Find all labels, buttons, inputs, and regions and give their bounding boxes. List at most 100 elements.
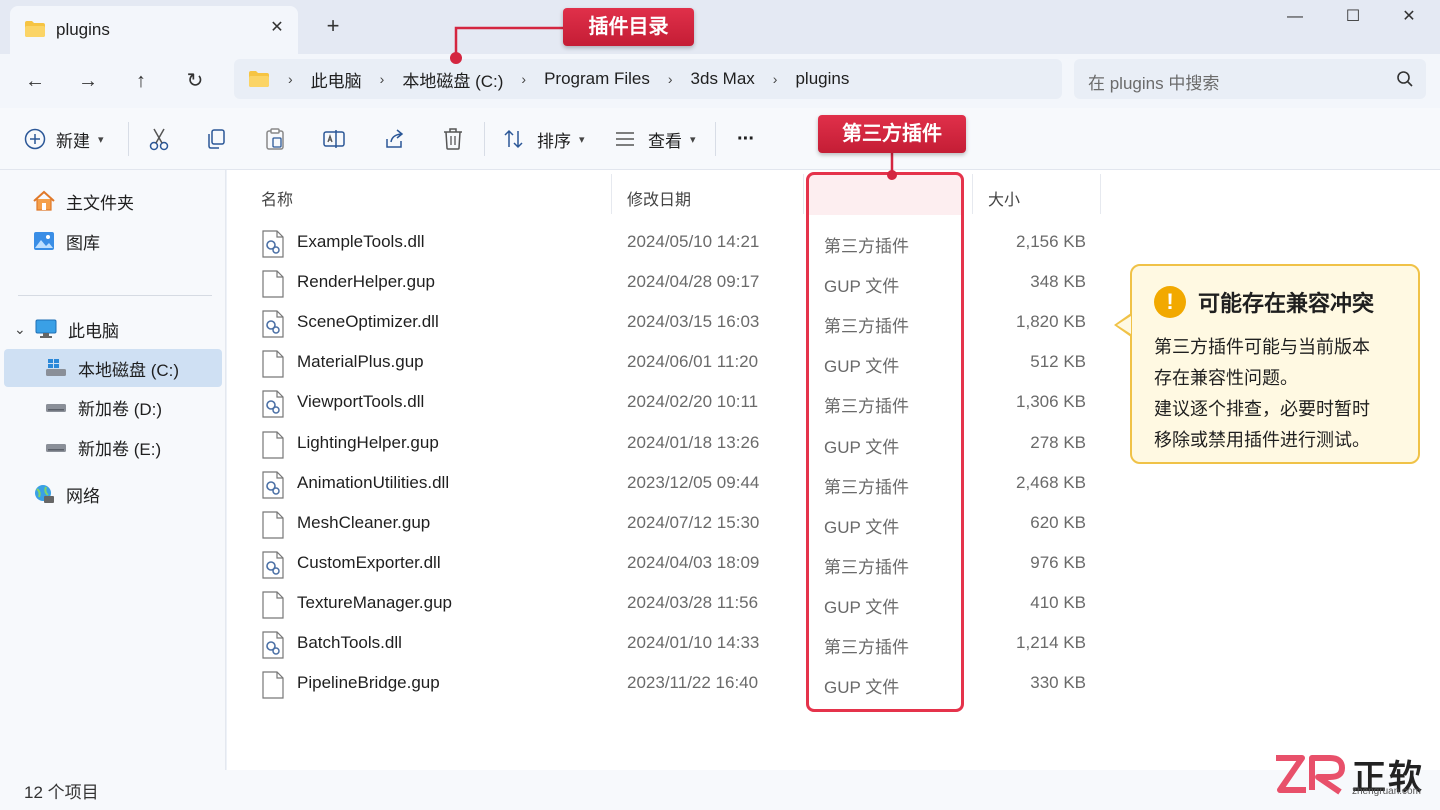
folder-icon <box>25 21 45 37</box>
file-date: 2024/03/15 16:03 <box>627 312 760 332</box>
file-name: RenderHelper.gup <box>297 272 435 292</box>
sort-label: 排序 <box>537 131 571 151</box>
file-row[interactable]: LightingHelper.gup 2024/01/18 13:26 GUP 文件… <box>227 423 1127 463</box>
third-party-callout: 第三方插件 <box>818 115 966 153</box>
chevron-down-icon[interactable]: ⌄ <box>14 321 34 338</box>
clipboard-icon <box>266 128 284 150</box>
crumb-plugins[interactable]: plugins <box>795 69 849 89</box>
crumb-drive-c[interactable]: 本地磁盘 (C:) <box>402 67 503 92</box>
search-input[interactable]: 在 plugins 中搜索 <box>1074 59 1426 99</box>
file-row[interactable]: RenderHelper.gup 2024/04/28 09:17 GUP 文件 34… <box>227 262 1127 302</box>
crumb-3ds-max[interactable]: 3ds Max <box>691 69 755 89</box>
maximize-button[interactable]: ☐ <box>1328 6 1378 30</box>
file-row[interactable]: ExampleTools.dll 2024/05/10 14:21 第三方插件 2,1… <box>227 222 1127 262</box>
column-divider[interactable] <box>803 174 804 214</box>
tab-plugins[interactable]: plugins ✕ <box>10 6 298 54</box>
drive-windows-icon <box>46 359 66 376</box>
sidebar-item-label: 新加卷 (E:) <box>78 439 162 459</box>
dll-file-icon <box>261 551 285 579</box>
forward-button[interactable]: → <box>73 66 103 96</box>
back-button[interactable]: ← <box>20 66 50 96</box>
file-date: 2024/07/12 15:30 <box>627 512 760 532</box>
chevron-down-icon: ▾ <box>579 133 585 146</box>
file-name: AnimationUtilities.dll <box>297 472 450 492</box>
file-size: 348 KB <box>1030 272 1086 292</box>
sort-button[interactable]: 排序 ▾ <box>503 123 585 155</box>
tab-close-icon[interactable]: ✕ <box>266 17 288 39</box>
column-divider[interactable] <box>611 174 612 214</box>
sidebar-item-label: 主文件夹 <box>66 193 134 213</box>
file-name: ExampleTools.dll <box>297 232 425 251</box>
file-icon <box>261 511 285 539</box>
drive-icon <box>46 404 66 412</box>
file-name: TextureManager.gup <box>297 592 452 612</box>
address-row: ← → ↑ ↻ › 此电脑 › 本地磁盘 (C:) › Program File… <box>0 54 1440 108</box>
sidebar-item-gallery[interactable]: 图库 <box>4 222 222 260</box>
sidebar-item-this-pc[interactable]: ⌄ 此电脑 <box>4 310 222 348</box>
sidebar-item-home[interactable]: 主文件夹 <box>4 182 222 220</box>
chevron-right-icon: › <box>772 71 778 87</box>
file-row[interactable]: TextureManager.gup 2024/03/28 11:56 GUP 文件… <box>227 583 1127 623</box>
share-button[interactable] <box>383 123 407 155</box>
file-size: 620 KB <box>1030 512 1086 532</box>
minimize-button[interactable]: — <box>1270 6 1320 30</box>
sidebar-item-network[interactable]: 网络 <box>4 475 222 513</box>
file-row[interactable]: AnimationUtilities.dll 2023/12/05 09:44 第三… <box>227 463 1127 503</box>
dll-file-icon <box>261 631 285 659</box>
dll-file-icon <box>261 230 285 258</box>
rename-icon <box>323 130 345 148</box>
refresh-button[interactable]: ↻ <box>180 66 210 96</box>
file-row[interactable]: ViewportTools.dll 2024/02/20 10:11 第三方插件 1,… <box>227 382 1127 422</box>
paste-button[interactable] <box>264 123 286 155</box>
divider <box>18 295 212 296</box>
file-name: PipelineBridge.gup <box>297 673 440 693</box>
column-divider[interactable] <box>972 174 973 214</box>
file-name: ViewportTools.dll <box>297 392 425 412</box>
column-header-name[interactable]: 名称 <box>261 186 293 210</box>
column-header-date[interactable]: 修改日期 <box>627 186 691 210</box>
copy-button[interactable] <box>205 123 227 155</box>
crumb-program-files[interactable]: Program Files <box>544 69 650 89</box>
tip-line: 建议逐个排查，必要时暂时 <box>1154 399 1370 419</box>
sidebar-item-drive-e[interactable]: 新加卷 (E:) <box>4 428 222 466</box>
file-row[interactable]: PipelineBridge.gup 2023/11/22 16:40 GUP 文件… <box>227 663 1127 703</box>
watermark-url: zhengruan.com <box>1352 786 1421 797</box>
file-row[interactable]: SceneOptimizer.dll 2024/03/15 16:03 第三方插件 1… <box>227 302 1127 342</box>
copy-icon <box>208 129 225 149</box>
sidebar-item-label: 图库 <box>66 233 100 253</box>
view-button[interactable]: 查看 ▾ <box>614 123 696 155</box>
address-bar[interactable]: › 此电脑 › 本地磁盘 (C:) › Program Files › 3ds … <box>234 59 1062 99</box>
chevron-right-icon: › <box>379 71 385 87</box>
column-header-size[interactable]: 大小 <box>988 186 1020 210</box>
cut-button[interactable] <box>148 123 170 155</box>
file-row[interactable]: BatchTools.dll 2024/01/10 14:33 第三方插件 1,214… <box>227 623 1127 663</box>
zr-logo-icon <box>1276 755 1345 795</box>
up-button[interactable]: ↑ <box>126 66 156 96</box>
file-row[interactable]: CustomExporter.dll 2024/04/03 18:09 第三方插件 9… <box>227 543 1127 583</box>
title-bar: plugins ✕ + — ☐ ✕ <box>0 0 1440 54</box>
column-divider[interactable] <box>1100 174 1101 214</box>
network-icon <box>35 485 54 503</box>
new-button[interactable]: 新建 ▾ <box>24 123 104 155</box>
file-size: 278 KB <box>1030 432 1086 452</box>
rename-button[interactable] <box>322 123 346 155</box>
file-name: SceneOptimizer.dll <box>297 312 439 332</box>
tip-body: 第三方插件可能与当前版本 存在兼容性问题。 建议逐个排查，必要时暂时 移除或禁用… <box>1154 332 1410 456</box>
sidebar-item-drive-d[interactable]: 新加卷 (D:) <box>4 388 222 426</box>
file-size: 330 KB <box>1030 673 1086 693</box>
file-row[interactable]: MeshCleaner.gup 2024/07/12 15:30 GUP 文件 620… <box>227 503 1127 543</box>
sidebar-item-drive-c[interactable]: 本地磁盘 (C:) <box>4 349 222 387</box>
crumb-this-pc[interactable]: 此电脑 <box>311 67 362 92</box>
delete-button[interactable] <box>442 123 464 155</box>
more-button[interactable]: ··· <box>737 123 755 155</box>
tip-line: 存在兼容性问题。 <box>1154 368 1298 388</box>
chevron-down-icon: ▾ <box>690 133 696 146</box>
file-size: 410 KB <box>1030 592 1086 612</box>
file-date: 2024/02/20 10:11 <box>627 392 759 412</box>
gallery-icon <box>34 232 54 250</box>
file-row[interactable]: MaterialPlus.gup 2024/06/01 11:20 GUP 文件 51… <box>227 342 1127 382</box>
new-tab-button[interactable]: + <box>320 14 346 40</box>
close-button[interactable]: ✕ <box>1384 6 1434 30</box>
folder-icon <box>249 71 269 87</box>
file-date: 2024/04/03 18:09 <box>627 552 760 572</box>
